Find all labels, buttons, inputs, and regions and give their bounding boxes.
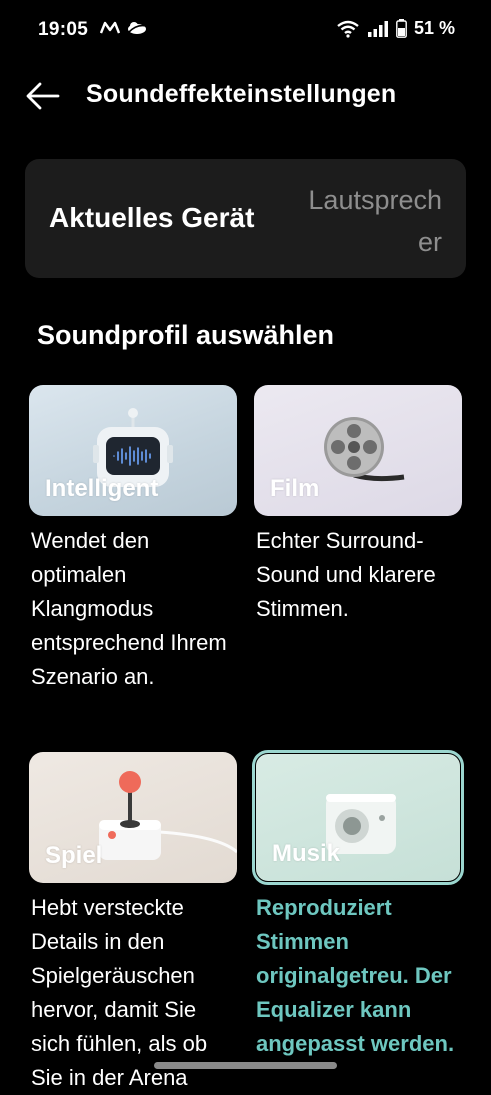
profile-intelligent-image: Intelligent <box>29 385 237 516</box>
section-title: Soundprofil auswählen <box>37 320 335 350</box>
battery-percentage: 51 % <box>413 18 455 38</box>
battery-icon <box>396 19 407 38</box>
current-device-value: Lautsprecher <box>308 185 442 257</box>
profile-spiel-label: Spiel <box>45 842 103 869</box>
back-arrow-icon <box>26 82 60 110</box>
weather-icon <box>128 22 147 34</box>
header: Soundeffekteinstellungen <box>0 62 491 130</box>
status-bar: 19:05 51 % <box>0 0 491 60</box>
current-device-label: Aktuelles Gerät <box>49 202 255 233</box>
profile-film-description: Echter Surround-Sound und klarere Stimme… <box>256 528 436 621</box>
status-right-group: 51 % <box>336 18 455 39</box>
signal-icon <box>367 20 388 37</box>
profile-musik-description: Reproduziert Stimmen originalgetreu. Der… <box>256 895 455 1056</box>
profile-musik-label: Musik <box>272 840 341 867</box>
home-indicator[interactable] <box>154 1062 337 1069</box>
profile-film[interactable]: Film Echter Surround-Sound und klarere S… <box>254 385 462 626</box>
current-device-card[interactable]: Aktuelles Gerät Lautsprecher <box>25 159 466 278</box>
profile-musik[interactable]: Musik Reproduziert Stimmen originalgetre… <box>252 750 464 1061</box>
profile-film-label: Film <box>270 475 320 502</box>
profile-intelligent-description: Wendet den optimalen Klangmodus entsprec… <box>31 528 227 689</box>
status-time: 19:05 <box>38 19 89 40</box>
profile-intelligent[interactable]: Intelligent Wendet den optimalen Klangmo… <box>29 385 237 694</box>
page-title: Soundeffekteinstellungen <box>86 80 397 108</box>
profile-spiel-image: Spiel <box>29 752 237 883</box>
notification-app-icon <box>100 21 120 34</box>
profile-intelligent-label: Intelligent <box>45 475 159 502</box>
wifi-icon <box>337 20 359 38</box>
profile-musik-image: Musik <box>252 750 464 885</box>
profile-film-image: Film <box>254 385 462 516</box>
profile-spiel[interactable]: Spiel Hebt versteckte Details in den Spi… <box>29 752 237 1095</box>
back-button[interactable] <box>24 78 62 114</box>
status-notification-icons <box>100 20 148 36</box>
